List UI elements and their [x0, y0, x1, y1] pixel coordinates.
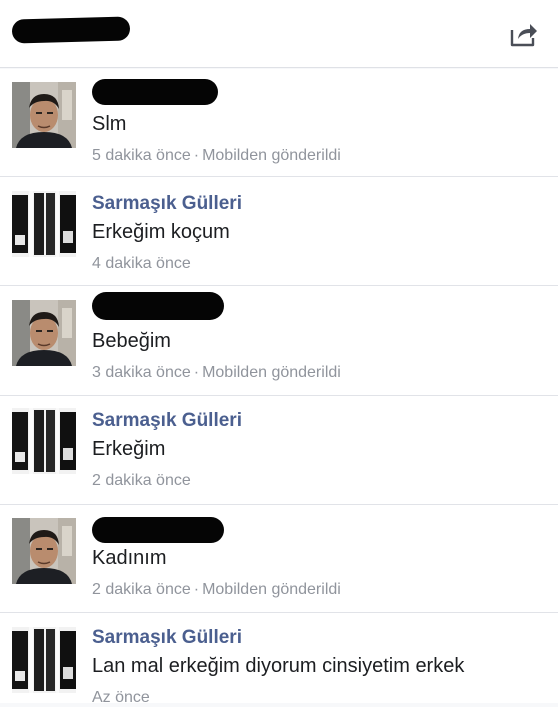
shop-photo-avatar[interactable]	[12, 627, 76, 693]
redacted-sender-name	[92, 79, 218, 105]
conversation-header	[0, 0, 558, 68]
message-time: 2 dakika önce	[92, 581, 191, 598]
redacted-sender-name	[92, 517, 224, 543]
message-source: Mobilden gönderildi	[202, 147, 341, 164]
message-text: Bebeğim	[92, 330, 171, 352]
message-meta: 5 dakika önce · Mobilden gönderildi	[92, 147, 341, 164]
man-photo-avatar[interactable]	[12, 300, 76, 366]
message-time: 2 dakika önce	[92, 472, 191, 489]
message-item[interactable]: Slm 5 dakika önce · Mobilden gönderildi	[0, 69, 558, 177]
message-item[interactable]: Sarmaşık Gülleri Erkeğim 2 dakika önce	[0, 396, 558, 505]
message-time: Az önce	[92, 689, 150, 706]
sender-name[interactable]: Sarmaşık Gülleri	[92, 410, 242, 432]
message-item[interactable]: Sarmaşık Gülleri Erkeğim koçum 4 dakika …	[0, 177, 558, 286]
message-text: Erkeğim koçum	[92, 221, 230, 243]
message-text: Lan mal erkeğim diyorum cinsiyetim erkek	[92, 655, 465, 677]
message-item[interactable]: Kadınım 2 dakika önce · Mobilden gönderild…	[0, 505, 558, 613]
sender-name[interactable]: Sarmaşık Gülleri	[92, 627, 242, 649]
message-meta: 3 dakika önce · Mobilden gönderildi	[92, 364, 341, 381]
message-item[interactable]: Bebeğim 3 dakika önce · Mobilden gönderild…	[0, 286, 558, 396]
message-time: 4 dakika önce	[92, 255, 191, 272]
share-icon[interactable]	[509, 20, 539, 48]
man-photo-avatar[interactable]	[12, 518, 76, 584]
message-source: Mobilden gönderildi	[202, 581, 341, 598]
sender-name[interactable]: Sarmaşık Gülleri	[92, 193, 242, 215]
redacted-conversation-title	[11, 16, 131, 44]
message-time: 5 dakika önce	[92, 147, 191, 164]
message-text: Kadınım	[92, 547, 167, 569]
message-text: Erkeğim	[92, 438, 166, 460]
shop-photo-avatar[interactable]	[12, 191, 76, 257]
redacted-sender-name	[92, 292, 224, 320]
message-item[interactable]: Sarmaşık Gülleri Lan mal erkeğim diyorum…	[0, 613, 558, 706]
message-meta: 2 dakika önce · Mobilden gönderildi	[92, 581, 341, 598]
man-photo-avatar[interactable]	[12, 82, 76, 148]
message-text: Slm	[92, 113, 127, 135]
message-source: Mobilden gönderildi	[202, 364, 341, 381]
shop-photo-avatar[interactable]	[12, 408, 76, 474]
message-time: 3 dakika önce	[92, 364, 191, 381]
